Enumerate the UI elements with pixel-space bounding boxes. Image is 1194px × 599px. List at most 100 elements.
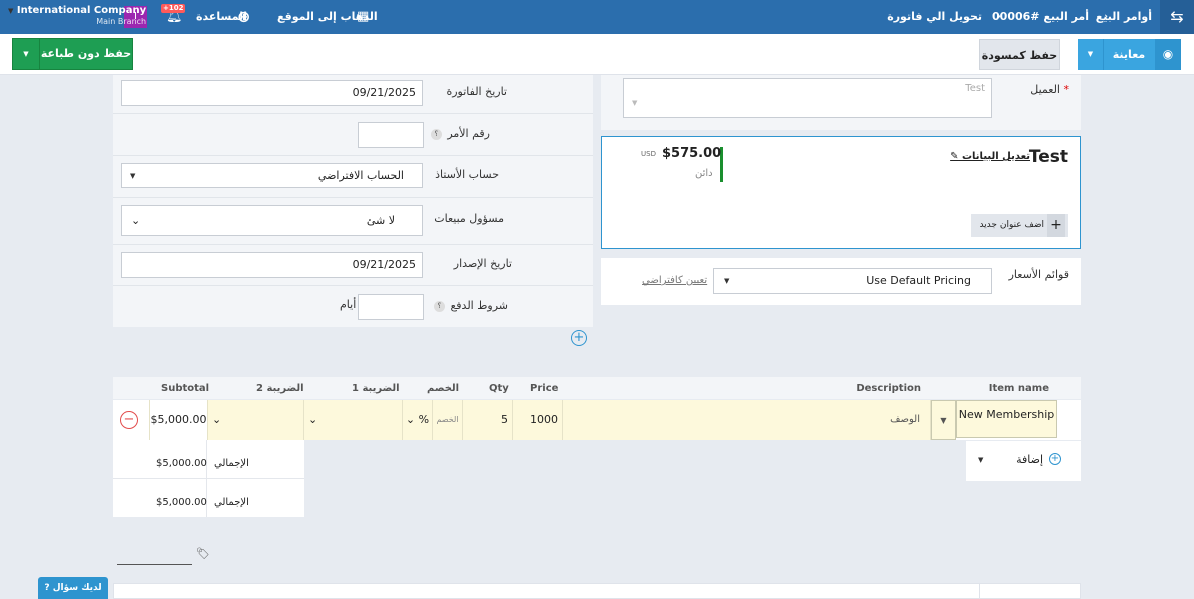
divider bbox=[113, 113, 593, 114]
preview-options-dropdown[interactable]: ▼ bbox=[1078, 39, 1104, 70]
discount-input[interactable]: الخصم bbox=[433, 400, 463, 440]
th-item-name: Item name bbox=[988, 383, 1049, 394]
help-question-label: لديك سؤال bbox=[52, 583, 102, 593]
chevron-down-icon: ▼ bbox=[724, 277, 730, 285]
th-price: Price bbox=[530, 383, 559, 394]
edit-client-link[interactable]: ✎ تعديل البيانات bbox=[950, 151, 1030, 162]
pricing-select[interactable]: Use Default Pricing ▼ bbox=[713, 268, 992, 294]
help-icon: ؟ bbox=[433, 300, 445, 312]
breadcrumb-sales-order[interactable]: أمر البيع #00006 bbox=[992, 0, 1089, 34]
chevron-down-icon: ⌄ bbox=[131, 214, 141, 227]
ledger-account-select[interactable]: الحساب الافتراضي ▼ bbox=[121, 163, 423, 188]
preview-label: معاينة bbox=[1112, 48, 1146, 61]
th-qty: Qty bbox=[489, 383, 509, 394]
sales-rep-value: لا شئ bbox=[366, 214, 395, 227]
visit-site-link[interactable]: الذهاب إلى الموقع bbox=[277, 0, 378, 34]
discount-type-value: % bbox=[418, 413, 430, 426]
total-label-1: الإجمالي bbox=[214, 458, 249, 469]
pricing-value: Use Default Pricing bbox=[866, 274, 971, 287]
totals-section: $5,000.00 الإجمالي $5,000.00 الإجمالي bbox=[113, 440, 304, 517]
add-field-plus-icon[interactable]: + bbox=[571, 330, 587, 346]
save-draft-button[interactable]: حفظ كمسودة bbox=[979, 39, 1060, 70]
client-label: العميل * bbox=[1030, 83, 1069, 96]
th-tax2: الضريبة 2 bbox=[256, 383, 304, 394]
help-question-button[interactable]: ? لديك سؤال bbox=[38, 577, 108, 599]
chevron-down-icon: ▼ bbox=[130, 172, 136, 180]
tax2-select[interactable]: ⌄ bbox=[208, 400, 304, 440]
price-input[interactable]: 1000 bbox=[513, 400, 563, 440]
client-placeholder: Test bbox=[965, 83, 985, 94]
pricing-section: قوائم الأسعار Use Default Pricing ▼ تعيي… bbox=[601, 258, 1081, 305]
payment-terms-input[interactable] bbox=[358, 294, 424, 320]
top-navbar: ⇆ أوامر البيع › أمر البيع #00006 › تحويل… bbox=[0, 0, 1194, 34]
save-options-dropdown[interactable]: ▼ bbox=[13, 39, 40, 69]
divider bbox=[979, 584, 980, 599]
client-section: العميل * Test ▼ bbox=[601, 75, 1081, 130]
save-no-print-button[interactable]: ▼ حفظ دون طباعة bbox=[12, 38, 133, 70]
branch-name: Main Branch bbox=[96, 17, 147, 26]
tax1-select[interactable]: ⌄ bbox=[304, 400, 403, 440]
question-circle-icon: ? bbox=[44, 583, 50, 593]
eye-icon: ◉ bbox=[1155, 39, 1181, 70]
add-address-button[interactable]: + اضف عنوان جديد bbox=[971, 214, 1068, 237]
chevron-down-icon: ▼ bbox=[632, 99, 638, 107]
order-no-input[interactable] bbox=[358, 122, 424, 148]
th-tax1: الضريبة 1 bbox=[352, 383, 400, 394]
total-value-1: $5,000.00 bbox=[156, 458, 207, 469]
item-name-input[interactable]: New Membership bbox=[956, 400, 1057, 438]
add-address-label: اضف عنوان جديد bbox=[979, 220, 1044, 230]
item-dropdown-toggle[interactable]: ▼ bbox=[931, 400, 956, 440]
set-default-link[interactable]: تعيين كافتراضي bbox=[642, 275, 707, 286]
client-card: Test ✎ تعديل البيانات $575.00 USD دائن +… bbox=[601, 136, 1081, 249]
save-no-print-label: حفظ دون طباعة bbox=[40, 47, 132, 60]
breadcrumb-separator-icon: › bbox=[1104, 12, 1108, 22]
ledger-account-label: حساب الأستاذ bbox=[435, 168, 499, 181]
issue-date-label: تاريخ الإصدار bbox=[453, 257, 512, 270]
help-link[interactable]: المساعدة bbox=[196, 0, 247, 34]
company-name: International Company bbox=[16, 5, 147, 16]
row-handle bbox=[1057, 400, 1081, 440]
description-input[interactable]: الوصف bbox=[563, 400, 931, 440]
sales-rep-select[interactable]: لا شئ ⌄ bbox=[121, 205, 423, 236]
remove-row-icon[interactable]: − bbox=[120, 411, 138, 429]
invoice-date-input[interactable]: 09/21/2025 bbox=[121, 80, 423, 106]
menu-toggle-icon[interactable]: ⇆ bbox=[1160, 0, 1194, 34]
breadcrumb-current: تحويل الي فاتورة bbox=[887, 10, 982, 23]
total-label-2: الإجمالي bbox=[214, 497, 249, 508]
discount-type-select[interactable]: ⌄ % bbox=[403, 400, 433, 440]
add-row-label: إضافة bbox=[1016, 453, 1043, 466]
qty-input[interactable]: 5 bbox=[463, 400, 513, 440]
chevron-down-icon[interactable]: ▼ bbox=[978, 456, 983, 464]
divider bbox=[113, 197, 593, 198]
divider bbox=[113, 285, 593, 286]
total-value-2: $5,000.00 bbox=[156, 497, 207, 508]
breadcrumb-separator-icon: › bbox=[997, 12, 1001, 22]
chevron-down-icon: ⌄ bbox=[405, 413, 416, 426]
order-no-label: ؟ رقم الأمر bbox=[430, 127, 490, 140]
company-switcher[interactable]: ▼ International Company Main Branch bbox=[8, 5, 146, 26]
tag-icon: 🏷︎ bbox=[196, 547, 210, 560]
payment-terms-label: ؟ شروط الدفع bbox=[433, 299, 508, 312]
chevron-down-icon: ⌄ bbox=[308, 413, 318, 426]
client-select[interactable]: Test ▼ bbox=[623, 78, 992, 118]
add-row-button[interactable]: + إضافة ▼ bbox=[966, 441, 1081, 481]
notifications-bell[interactable]: 🔔︎ +102 bbox=[161, 4, 186, 27]
th-description: Description bbox=[856, 383, 921, 394]
notifications-count: +102 bbox=[161, 4, 186, 13]
tags-input[interactable] bbox=[117, 564, 192, 565]
divider bbox=[113, 478, 304, 479]
issue-date-input[interactable]: 09/21/2025 bbox=[121, 252, 423, 278]
chevron-down-icon: ⌄ bbox=[212, 413, 222, 426]
chevron-down-icon: ▼ bbox=[8, 7, 14, 15]
invoice-date-label: تاريخ الفاتورة bbox=[446, 85, 507, 98]
plus-circle-icon: + bbox=[1049, 453, 1061, 465]
pricing-label: قوائم الأسعار bbox=[1008, 268, 1069, 281]
divider bbox=[113, 244, 593, 245]
invoice-details-section: تاريخ الفاتورة 09/21/2025 ؟ رقم الأمر حس… bbox=[113, 75, 593, 327]
row-subtotal: $5,000.00 bbox=[149, 400, 208, 440]
preview-button[interactable]: ◉ معاينة ▼ bbox=[1078, 39, 1181, 70]
balance-currency: USD bbox=[641, 150, 656, 158]
chevron-down-icon: ▼ bbox=[940, 416, 947, 425]
help-icon: ؟ bbox=[430, 128, 442, 140]
th-subtotal: Subtotal bbox=[161, 383, 210, 394]
